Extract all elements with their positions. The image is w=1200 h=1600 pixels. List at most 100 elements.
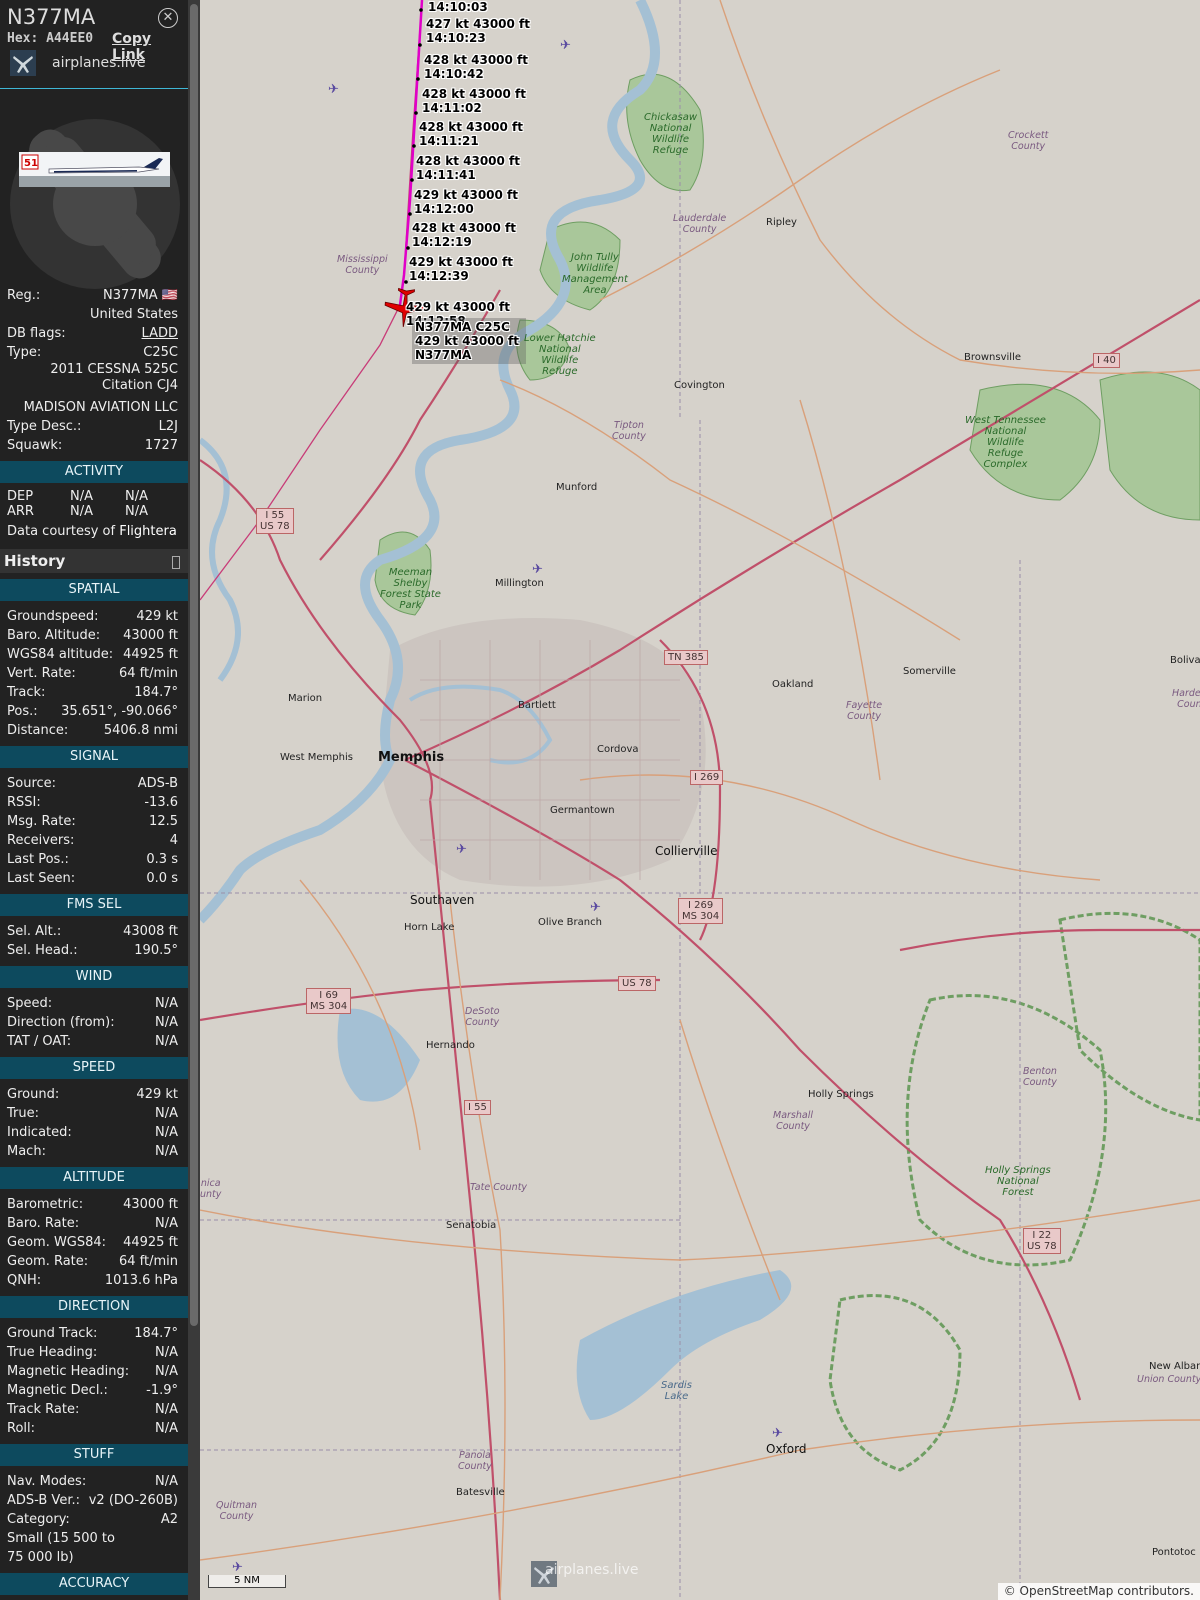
highway-shield: I 55 US 78 bbox=[256, 508, 294, 534]
data-courtesy: Data courtesy of Flightera bbox=[0, 522, 188, 541]
section-header-signal[interactable]: SIGNAL bbox=[0, 746, 188, 768]
sidebar-scrollbar[interactable] bbox=[188, 0, 200, 1600]
detail-row: Sel. Head.: 190.5° bbox=[0, 941, 188, 960]
map-label-bolivar: Boliva bbox=[1170, 655, 1200, 666]
detail-row: Ground Track: 184.7° bbox=[0, 1324, 188, 1343]
map-label-john-tully: John Tully Wildlife Management Area bbox=[562, 252, 628, 296]
type-row: Type: C25C bbox=[0, 343, 188, 362]
highway-shield: I 22 US 78 bbox=[1023, 1228, 1061, 1254]
detail-value: 44925 ft bbox=[123, 647, 178, 662]
map-label-lower-hatchie: Lower Hatchie National Wildlife Refuge bbox=[524, 333, 596, 377]
airport-icon[interactable]: ✈ bbox=[328, 82, 339, 97]
track-label-time: 14:11:21 bbox=[419, 134, 479, 148]
detail-row: Roll: N/A bbox=[0, 1419, 188, 1438]
highway-shield: I 69 MS 304 bbox=[306, 988, 352, 1014]
section-header-fms-sel[interactable]: FMS SEL bbox=[0, 894, 188, 916]
aircraft-label-box[interactable]: N377MA C25C 429 kt 43000 ft N377MA bbox=[412, 318, 526, 364]
map-label-holly-springs: Holly Springs bbox=[808, 1089, 874, 1100]
detail-row: Ground: 429 kt bbox=[0, 1085, 188, 1104]
map-label-panola-county: Panola County bbox=[458, 1450, 492, 1472]
model-row: 2011 CESSNA 525C bbox=[0, 362, 188, 378]
info-value: Citation CJ4 bbox=[102, 378, 178, 393]
detail-label: Geom. WGS84: bbox=[7, 1235, 107, 1250]
airport-icon[interactable]: ✈ bbox=[532, 562, 543, 577]
aircraft-label-callsign-type: N377MA C25C bbox=[415, 320, 510, 334]
section-header-altitude[interactable]: ALTITUDE bbox=[0, 1167, 188, 1189]
info-label: Squawk: bbox=[7, 438, 63, 453]
courtesy-text: Data courtesy of bbox=[7, 524, 120, 539]
section-header-spatial[interactable]: SPATIAL bbox=[0, 579, 188, 601]
detail-label: Geom. Rate: bbox=[7, 1254, 89, 1269]
map-attribution[interactable]: © OpenStreetMap contributors. bbox=[997, 1583, 1200, 1600]
map-label-olive-branch: Olive Branch bbox=[538, 917, 602, 928]
history-toggle[interactable]: History bbox=[0, 549, 188, 573]
map-label-quitman-county: Quitman County bbox=[216, 1500, 257, 1522]
detail-value: N/A bbox=[155, 1015, 178, 1030]
map-label-horn-lake: Horn Lake bbox=[404, 922, 455, 933]
expand-icon[interactable] bbox=[172, 556, 180, 569]
detail-sections: SPATIAL Groundspeed: 429 kt Baro. Altitude:… bbox=[0, 579, 188, 1600]
highway-shield: I 55 bbox=[464, 1100, 491, 1115]
flightera-link[interactable]: Flightera bbox=[119, 524, 177, 539]
registration-row: Reg.: N377MA 🇺🇸 bbox=[0, 286, 188, 305]
airport-icon[interactable]: ✈ bbox=[456, 842, 467, 857]
detail-label: Source: bbox=[7, 776, 57, 791]
airport-icon[interactable]: ✈ bbox=[560, 38, 571, 53]
detail-row: Geom. WGS84: 44925 ft bbox=[0, 1233, 188, 1252]
map-label-crockett-county: Crockett County bbox=[1008, 130, 1049, 152]
scrollbar-thumb[interactable] bbox=[190, 4, 198, 1326]
section-header-direction[interactable]: DIRECTION bbox=[0, 1296, 188, 1318]
info-block: Reg.: N377MA 🇺🇸 United States DB flags: LA… bbox=[0, 286, 188, 455]
track-label: 428 kt 43000 ft 14:11:02 bbox=[422, 87, 526, 115]
section-header-speed[interactable]: SPEED bbox=[0, 1057, 188, 1079]
detail-row: Mach: N/A bbox=[0, 1142, 188, 1161]
detail-value: N/A bbox=[155, 1421, 178, 1436]
detail-row: Sel. Alt.: 43008 ft bbox=[0, 922, 188, 941]
airport-icon[interactable]: ✈ bbox=[772, 1426, 783, 1441]
owner-row: MADISON AVIATION LLC bbox=[0, 398, 188, 417]
track-label: 428 kt 43000 ft 14:12:19 bbox=[412, 221, 516, 249]
section-header-wind[interactable]: WIND bbox=[0, 966, 188, 988]
section-header-stuff[interactable]: STUFF bbox=[0, 1444, 188, 1466]
detail-value: N/A bbox=[155, 1125, 178, 1140]
detail-label: WGS84 altitude: bbox=[7, 647, 114, 662]
track-label: 428 kt 43000 ft 14:10:42 bbox=[424, 53, 528, 81]
section-header-accuracy[interactable]: ACCURACY bbox=[0, 1573, 188, 1595]
type-desc-row: Type Desc.: L2J bbox=[0, 417, 188, 436]
info-value: 2011 CESSNA 525C bbox=[50, 362, 178, 377]
detail-label: Speed: bbox=[7, 996, 53, 1011]
detail-row: Groundspeed: 429 kt bbox=[0, 607, 188, 626]
detail-label: Last Pos.: bbox=[7, 852, 69, 867]
airport-icon[interactable]: ✈ bbox=[590, 900, 601, 915]
info-label: Reg.: bbox=[7, 288, 41, 303]
track-label-line: 429 kt 43000 ft bbox=[406, 300, 511, 314]
detail-row: True Heading: N/A bbox=[0, 1343, 188, 1362]
airplanes-live-link[interactable]: airplanes.live bbox=[52, 55, 146, 71]
info-value: 1727 bbox=[144, 438, 178, 453]
map-label-memphis: Memphis bbox=[378, 750, 445, 765]
track-label: 429 kt 43000 ft 14:12:00 bbox=[414, 188, 518, 216]
airport-icon[interactable]: ✈ bbox=[232, 1560, 243, 1575]
map-view[interactable]: 14:10:03 427 kt 43000 ft 14:10:23 428 kt … bbox=[200, 0, 1200, 1600]
detail-row: Barometric: 43000 ft bbox=[0, 1195, 188, 1214]
callsign-title: N377MA bbox=[7, 5, 96, 29]
close-icon[interactable]: ✕ bbox=[158, 8, 178, 28]
map-label-hardeman-county: Harden Coun bbox=[1172, 688, 1200, 710]
detail-label: Ground: bbox=[7, 1087, 60, 1102]
detail-label: Ground Track: bbox=[7, 1326, 98, 1341]
ladd-link[interactable]: LADD bbox=[142, 324, 178, 343]
detail-value: N/A bbox=[155, 1216, 178, 1231]
aircraft-photo-thumbnail[interactable]: 51 bbox=[19, 152, 170, 187]
arr-time: N/A bbox=[125, 504, 148, 519]
detail-label: True Heading: bbox=[7, 1345, 98, 1360]
detail-row: Last Pos.: 0.3 s bbox=[0, 850, 188, 869]
detail-label: QNH: bbox=[7, 1273, 42, 1288]
map-label-tate-county: Tate County bbox=[470, 1182, 528, 1193]
detail-label: Small (15 500 to bbox=[7, 1531, 115, 1546]
map-label-benton-county: Benton County bbox=[1023, 1066, 1057, 1088]
map-label-west-tennessee-refuge: West Tennessee National Wildlife Refuge … bbox=[965, 415, 1046, 470]
activity-section-header[interactable]: ACTIVITY bbox=[0, 461, 188, 483]
airplanes-live-logo-icon[interactable] bbox=[10, 50, 36, 76]
info-value: C25C bbox=[143, 345, 178, 360]
arr-value: N/A bbox=[70, 504, 93, 519]
